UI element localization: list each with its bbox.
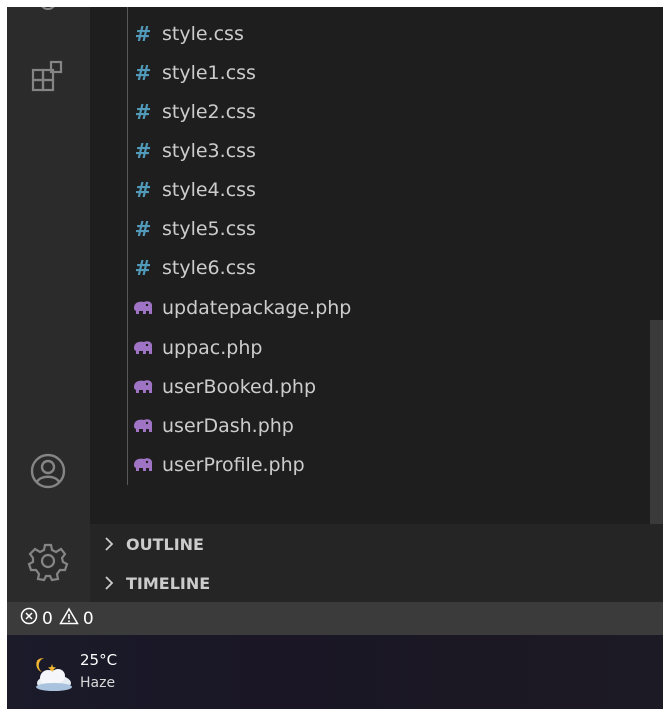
outline-section-header[interactable]: OUTLINE [90, 525, 663, 563]
indent-guide [127, 7, 128, 485]
file-item-uppac-php[interactable]: uppac.php [130, 328, 262, 367]
chevron-right-icon [104, 575, 120, 591]
weather-condition: Haze [80, 675, 116, 691]
weather-temperature: 25°C [80, 651, 118, 669]
file-item-style2-css[interactable]: # style2.css [130, 92, 256, 131]
file-item-style4-css[interactable]: # style4.css [130, 170, 256, 209]
weather-haze-icon[interactable] [30, 654, 74, 694]
activity-bar [7, 7, 90, 602]
vscode-window: # style.css # style1.css # style2.css # … [7, 7, 663, 709]
file-name: style6.css [162, 256, 256, 279]
account-icon[interactable] [24, 447, 72, 495]
file-item-updatepackage-php[interactable]: updatepackage.php [130, 288, 351, 327]
status-bar: 0 0 [7, 602, 663, 635]
css-file-icon: # [134, 21, 152, 46]
php-file-icon [130, 336, 156, 360]
css-file-icon: # [134, 177, 152, 202]
extensions-icon[interactable] [24, 53, 72, 101]
css-file-icon: # [134, 138, 152, 163]
file-item-style5-css[interactable]: # style5.css [130, 209, 256, 248]
file-name: style1.css [162, 61, 256, 84]
taskbar: 25°C Haze [7, 635, 663, 709]
debug-icon[interactable] [24, 7, 72, 25]
gear-icon[interactable] [24, 537, 72, 585]
timeline-section-header[interactable]: TIMELINE [90, 564, 663, 602]
css-file-icon: # [134, 255, 152, 280]
css-file-icon: # [134, 60, 152, 85]
file-name: style4.css [162, 178, 256, 201]
file-tree: # style.css # style1.css # style2.css # … [90, 7, 663, 524]
css-file-icon: # [134, 99, 152, 124]
file-name: style3.css [162, 139, 256, 162]
chevron-right-icon [104, 536, 120, 552]
outline-label: OUTLINE [126, 534, 204, 554]
php-file-icon [130, 414, 156, 438]
file-name: style2.css [162, 100, 256, 123]
file-name: style.css [162, 22, 244, 45]
scrollbar-thumb[interactable] [650, 320, 663, 524]
php-file-icon [130, 296, 156, 320]
file-item-userdash-php[interactable]: userDash.php [130, 406, 294, 445]
css-file-icon: # [134, 216, 152, 241]
file-name: uppac.php [162, 336, 263, 359]
file-name: updatepackage.php [162, 296, 352, 319]
warning-icon [59, 607, 79, 630]
file-item-style-css[interactable]: # style.css [130, 14, 244, 53]
explorer-sidebar: # style.css # style1.css # style2.css # … [90, 7, 663, 602]
php-file-icon [130, 375, 156, 399]
timeline-label: TIMELINE [126, 573, 211, 593]
file-name: style5.css [162, 217, 256, 240]
problems-indicator[interactable]: 0 0 [20, 607, 98, 630]
file-item-style3-css[interactable]: # style3.css [130, 131, 256, 170]
file-item-userbooked-php[interactable]: userBooked.php [130, 367, 316, 406]
file-item-style6-css[interactable]: # style6.css [130, 248, 256, 287]
file-name: userBooked.php [162, 375, 317, 398]
file-name: userProfile.php [162, 453, 305, 476]
error-icon [20, 607, 38, 630]
file-item-userprofile-php[interactable]: userProfile.php [130, 445, 305, 484]
file-name: userDash.php [162, 414, 294, 437]
warning-count: 0 [82, 608, 94, 629]
file-item-style1-css[interactable]: # style1.css [130, 53, 256, 92]
php-file-icon [130, 453, 156, 477]
error-count: 0 [42, 608, 53, 629]
